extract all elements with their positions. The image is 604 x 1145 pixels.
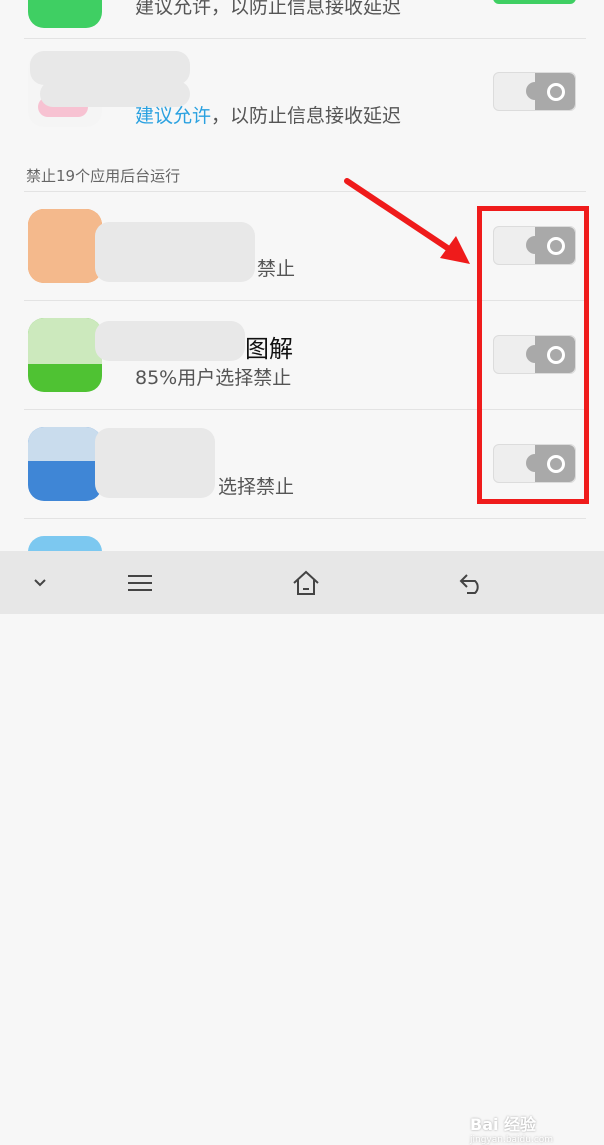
home-icon[interactable]	[284, 551, 328, 614]
watermark-sub: jingyan.baidu.com	[470, 1135, 554, 1145]
navigation-bar: Bai 经验 jingyan.baidu.com	[0, 551, 604, 1145]
menu-icon[interactable]	[118, 551, 162, 614]
watermark-text: Bai 经验	[470, 1115, 537, 1134]
chevron-down-icon[interactable]	[20, 551, 60, 614]
watermark-logo: Bai 经验 jingyan.baidu.com	[470, 1111, 553, 1145]
back-icon[interactable]	[450, 551, 494, 614]
annotation-arrow-icon	[344, 178, 470, 264]
